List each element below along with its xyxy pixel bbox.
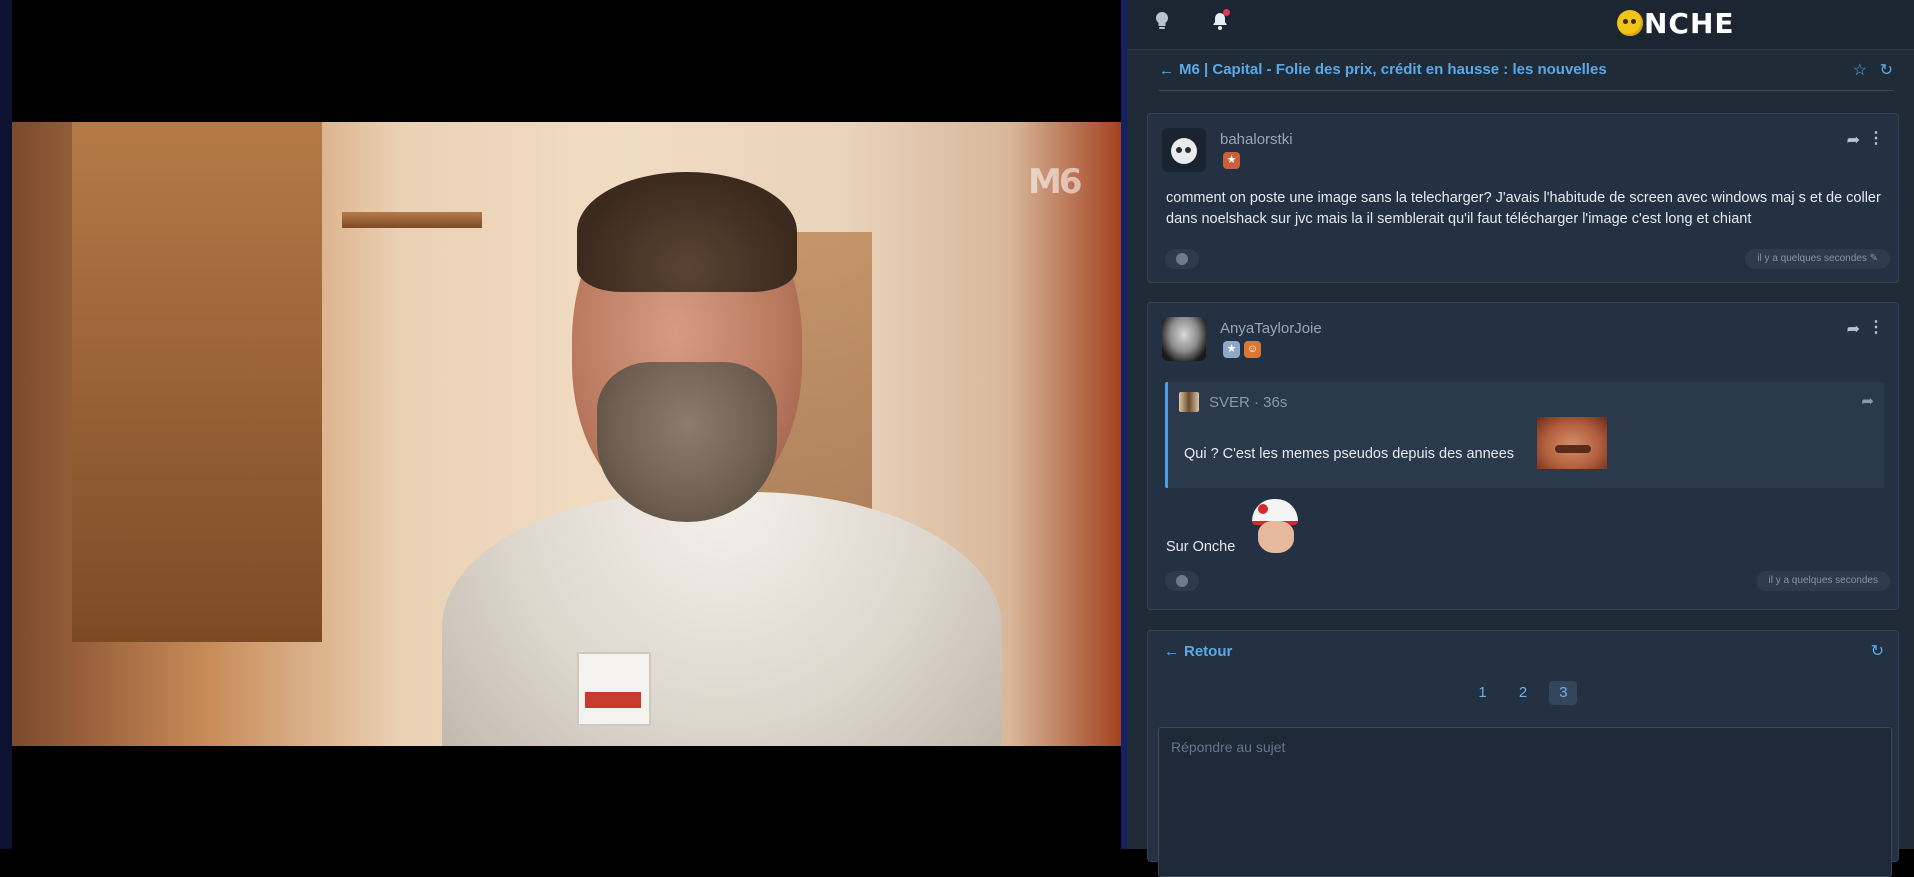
topic-header: ← M6 | Capital - Folie des prix, crédit …	[1159, 54, 1893, 91]
pagination: 1 2 3	[1148, 681, 1898, 705]
share-icon[interactable]: ➦	[1847, 130, 1860, 150]
quote-body: Qui ? C'est les memes pseudos depuis des…	[1184, 446, 1515, 462]
post: bahalorstki ★ ➦ ⋮ comment on poste une i…	[1147, 113, 1899, 283]
arrow-left-icon[interactable]: ←	[1164, 643, 1179, 660]
quote-avatar	[1179, 392, 1199, 412]
emoji-icon	[1176, 575, 1188, 587]
back-button[interactable]: Retour	[1184, 643, 1232, 660]
refresh-icon[interactable]: ↻	[1880, 60, 1893, 80]
star-icon[interactable]: ☆	[1853, 60, 1867, 80]
reaction-button[interactable]	[1165, 249, 1199, 269]
arrow-left-icon[interactable]: ←	[1159, 62, 1174, 79]
avatar[interactable]	[1162, 317, 1206, 361]
share-icon[interactable]: ➦	[1861, 392, 1874, 410]
lab-coat	[442, 492, 1002, 746]
timestamp-text: il y a quelques secondes	[1757, 253, 1867, 264]
sticker-image	[1537, 417, 1607, 469]
site-logo[interactable]: NCHE	[1617, 6, 1735, 40]
post-timestamp[interactable]: il y a quelques secondes	[1756, 571, 1890, 591]
star-badge-icon: ★	[1223, 152, 1240, 169]
quoted-message: SVER · 36s ➦ Qui ? C'est les memes pseud…	[1165, 382, 1884, 488]
reply-input[interactable]: Répondre au sujet	[1158, 727, 1892, 877]
refresh-icon[interactable]: ↻	[1871, 641, 1884, 661]
channel-logo: M6	[1028, 162, 1083, 202]
post: AnyaTaylorJoie ★ ☺ ➦ ⋮ SVER · 36s ➦ Qui …	[1147, 302, 1899, 610]
name-badge	[577, 652, 651, 726]
sticker-image	[1248, 499, 1302, 555]
share-icon[interactable]: ➦	[1847, 319, 1860, 339]
video-frame[interactable]: M6	[12, 122, 1121, 746]
page-link-current[interactable]: 3	[1549, 681, 1578, 705]
lightbulb-icon[interactable]	[1150, 9, 1174, 33]
post-body: Sur Onche	[1166, 539, 1236, 555]
notification-dot	[1223, 9, 1230, 16]
logo-face-icon	[1617, 10, 1643, 36]
page-link[interactable]: 2	[1509, 681, 1537, 705]
post-author[interactable]: AnyaTaylorJoie	[1220, 320, 1322, 337]
quote-author[interactable]: SVER · 36s	[1209, 394, 1287, 411]
pencil-icon[interactable]: ✎	[1870, 253, 1878, 264]
reaction-button[interactable]	[1165, 571, 1199, 591]
post-body: comment on poste une image sans la telec…	[1166, 190, 1881, 227]
bookshelf	[72, 122, 322, 642]
face-badge-icon: ☺	[1244, 341, 1261, 358]
person-hair	[577, 172, 797, 292]
more-options-icon[interactable]: ⋮	[1868, 128, 1884, 148]
more-options-icon[interactable]: ⋮	[1868, 317, 1884, 337]
avatar[interactable]	[1162, 128, 1206, 172]
reply-card: ← Retour ↻ 1 2 3 Répondre au sujet	[1147, 630, 1899, 877]
post-timestamp[interactable]: il y a quelques secondes ✎	[1745, 249, 1890, 269]
topic-title[interactable]: M6 | Capital - Folie des prix, crédit en…	[1179, 61, 1607, 78]
post-author[interactable]: bahalorstki	[1220, 131, 1293, 148]
video-player[interactable]: M6	[0, 0, 1121, 849]
person-beard	[597, 362, 777, 522]
bell-icon[interactable]	[1208, 9, 1232, 33]
emoji-icon	[1176, 253, 1188, 265]
star-badge-icon: ★	[1223, 341, 1240, 358]
logo-text: NCHE	[1644, 6, 1735, 40]
page-link[interactable]: 1	[1469, 681, 1497, 705]
forum-panel: NCHE ← M6 | Capital - Folie des prix, cr…	[1121, 0, 1914, 877]
shelf-board	[342, 212, 482, 228]
top-bar: NCHE	[1127, 0, 1914, 50]
